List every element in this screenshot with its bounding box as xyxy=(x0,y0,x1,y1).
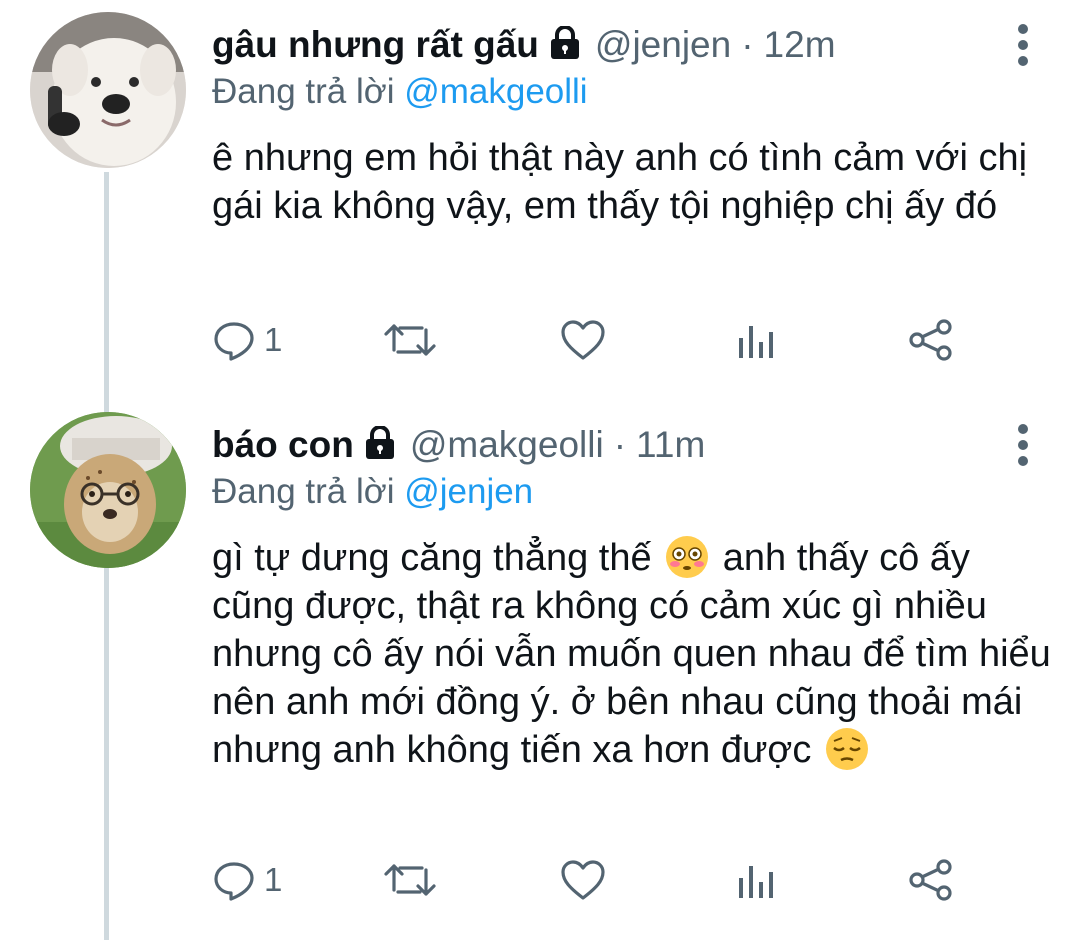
separator-dot: · xyxy=(613,424,627,465)
tweet[interactable]: báo con @makgeolli · 11m Đang trả lời @j… xyxy=(0,400,1080,940)
analytics-icon xyxy=(739,866,773,898)
timestamp[interactable]: 11m xyxy=(636,424,705,466)
replying-prefix: Đang trả lời xyxy=(212,72,395,111)
cheetah-cub-avatar-icon xyxy=(30,412,186,568)
tweet-actions: 1 xyxy=(212,318,972,362)
share-button[interactable] xyxy=(908,858,954,902)
like-button[interactable] xyxy=(560,858,606,902)
tweet-text-part: gì tự dưng căng thẳng thế xyxy=(212,537,652,579)
pensive-face-icon xyxy=(825,728,868,770)
mention-link[interactable]: @makgeolli xyxy=(404,72,587,111)
timestamp[interactable]: 12m xyxy=(764,24,836,66)
share-button[interactable] xyxy=(908,318,954,362)
like-button[interactable] xyxy=(560,318,606,362)
share-icon xyxy=(909,319,952,361)
lock-icon xyxy=(364,424,396,465)
tweet-text: gì tự dưng căng thẳng thế anh thấy cô ấy… xyxy=(212,534,1052,774)
reply-count: 1 xyxy=(264,861,283,898)
heart-icon xyxy=(561,320,605,360)
tweet-header: gâu nhưng rất gấu @jenjen · 12m xyxy=(212,22,1000,68)
replying-to: Đang trả lời @jenjen xyxy=(212,472,533,512)
reply-count: 1 xyxy=(264,321,283,358)
tweet-actions: 1 xyxy=(212,858,972,902)
replying-prefix: Đang trả lời xyxy=(212,472,395,511)
avatar[interactable] xyxy=(30,412,186,568)
more-options-icon[interactable] xyxy=(1016,24,1030,68)
lock-icon xyxy=(549,24,581,65)
tweet-text: ê nhưng em hỏi thật này anh có tình cảm … xyxy=(212,137,1028,227)
heart-icon xyxy=(561,860,605,900)
reply-button[interactable]: 1 xyxy=(212,318,282,362)
replying-to: Đang trả lời @makgeolli xyxy=(212,72,588,112)
tweet-header: báo con @makgeolli · 11m xyxy=(212,422,1000,468)
share-icon xyxy=(909,859,952,901)
retweet-button[interactable] xyxy=(384,318,436,362)
tweet[interactable]: gâu nhưng rất gấu @jenjen · 12m Đang trả… xyxy=(0,0,1080,400)
user-handle[interactable]: @jenjen xyxy=(595,24,731,66)
reply-button[interactable]: 1 xyxy=(212,858,282,902)
flushed-face-icon xyxy=(666,536,709,578)
display-name[interactable]: báo con xyxy=(212,424,354,466)
more-options-icon[interactable] xyxy=(1016,424,1030,468)
user-handle[interactable]: @makgeolli xyxy=(410,424,604,466)
reply-icon xyxy=(214,322,254,361)
analytics-icon xyxy=(739,326,773,358)
retweet-icon xyxy=(384,864,436,896)
reply-icon xyxy=(214,862,254,901)
separator-dot: · xyxy=(741,24,754,65)
display-name[interactable]: gâu nhưng rất gấu xyxy=(212,24,539,66)
dog-avatar-icon xyxy=(30,12,186,168)
retweet-icon xyxy=(384,324,436,356)
mention-link[interactable]: @jenjen xyxy=(404,472,533,511)
analytics-button[interactable] xyxy=(736,318,776,362)
avatar[interactable] xyxy=(30,12,186,168)
retweet-button[interactable] xyxy=(384,858,436,902)
analytics-button[interactable] xyxy=(736,858,776,902)
